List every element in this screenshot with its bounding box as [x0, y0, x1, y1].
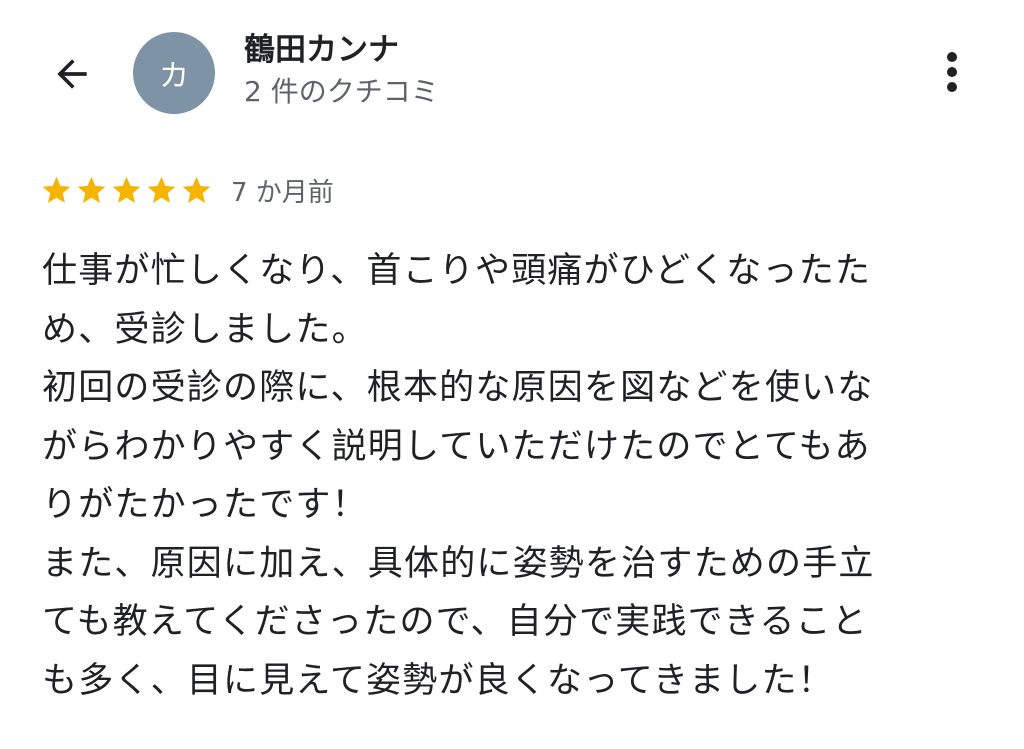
star-icon [145, 174, 178, 207]
review-text-line: ても教えてくださったので、自分で実践できること [42, 602, 868, 642]
review-header: カ 鶴田カンナ 2 件のクチコミ [0, 0, 1024, 140]
star-icon [40, 174, 73, 207]
review-text-line: りがたかったです！ [42, 485, 368, 525]
more-vertical-icon [947, 52, 957, 92]
review-text-line: また、原因に加え、具体的に姿勢を治すための手立 [42, 543, 875, 584]
more-options-button[interactable] [924, 42, 980, 102]
review-text-line: がらわかりやすく説明していただけたのでとてもあ [42, 426, 871, 467]
review-text: 仕事が忙しくなり、首こりや頭痛がひどくなったた め、受診しました。初回の受診の際に… [42, 242, 992, 710]
review-count: 2 件のクチコミ [244, 75, 439, 108]
star-icon [110, 174, 143, 207]
arrow-left-icon [57, 59, 87, 89]
star-icon [180, 174, 213, 207]
review-text-line: め、受診しました。 [42, 309, 368, 350]
review-text-line: も多く、目に見えて姿勢が良くなってきました！ [42, 660, 834, 701]
review-text-line: 仕事が忙しくなり、首こりや頭痛がひどくなったた [42, 251, 872, 291]
avatar-letter: カ [159, 59, 189, 94]
user-name[interactable]: 鶴田カンナ [244, 28, 399, 72]
review-time: 7 か月前 [231, 177, 334, 208]
rating-row: 7 か月前 [40, 168, 334, 212]
avatar[interactable]: カ [133, 32, 215, 114]
star-rating [40, 174, 213, 207]
back-button[interactable] [42, 44, 102, 104]
review-text-line: 初回の受診の際に、根本的な原因を図などを使いな [42, 368, 874, 408]
star-icon [75, 174, 108, 207]
